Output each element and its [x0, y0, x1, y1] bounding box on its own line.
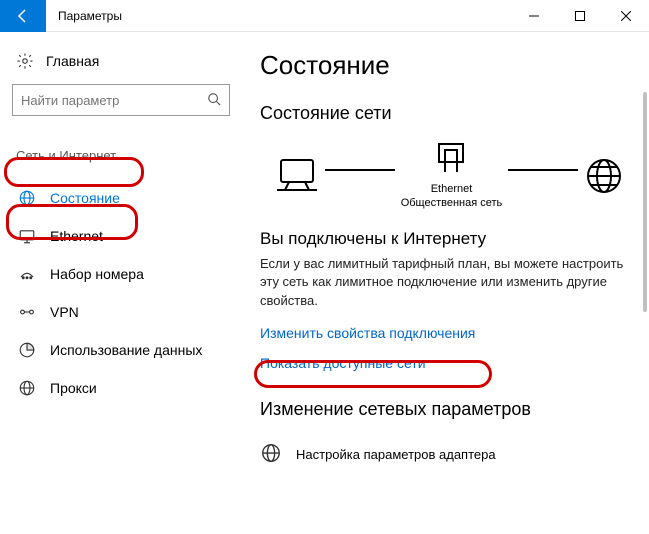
sidebar-item-ethernet[interactable]: Ethernet: [12, 217, 238, 255]
sidebar-item-vpn[interactable]: VPN: [12, 293, 238, 331]
section-network-status-title: Состояние сети: [260, 103, 639, 124]
sidebar-item-label: Набор номера: [50, 266, 144, 282]
connected-body: Если у вас лимитный тарифный план, вы мо…: [260, 255, 639, 312]
globe-icon: [18, 189, 36, 207]
router-icon: Ethernet Общественная сеть: [401, 142, 503, 211]
sidebar: Главная Сеть и Интернет Состояние Ethern…: [0, 32, 250, 534]
arrow-left-icon: [15, 8, 31, 24]
scrollbar[interactable]: [643, 92, 647, 312]
sidebar-item-proxy[interactable]: Прокси: [12, 369, 238, 407]
minimize-icon: [529, 11, 539, 21]
back-button[interactable]: [0, 0, 46, 32]
device-icon: [275, 156, 319, 196]
search-icon: [207, 92, 221, 109]
sidebar-item-home[interactable]: Главная: [12, 46, 238, 84]
sidebar-item-label: Ethernet: [50, 228, 103, 244]
connected-title: Вы подключены к Интернету: [260, 229, 639, 249]
link-adapter-settings[interactable]: Настройка параметров адаптера: [260, 438, 639, 471]
section-change-network-params-title: Изменение сетевых параметров: [260, 399, 639, 420]
sidebar-item-data-usage[interactable]: Использование данных: [12, 331, 238, 369]
vpn-icon: [18, 303, 36, 321]
maximize-button[interactable]: [557, 0, 603, 32]
adapter-icon: [260, 442, 282, 467]
diagram-middle-label: Ethernet: [401, 182, 503, 196]
search-input-container[interactable]: [12, 84, 230, 116]
sidebar-item-dialup[interactable]: Набор номера: [12, 255, 238, 293]
window-title: Параметры: [46, 9, 511, 23]
internet-icon: [584, 156, 624, 196]
main-content: Состояние Состояние сети Ethernet Общест…: [250, 32, 649, 534]
network-diagram: Ethernet Общественная сеть: [260, 142, 639, 211]
sidebar-item-label: VPN: [50, 304, 79, 320]
sidebar-item-status[interactable]: Состояние: [12, 179, 238, 217]
sidebar-item-label: Состояние: [50, 190, 120, 206]
search-input[interactable]: [21, 93, 207, 108]
link-show-available-networks[interactable]: Показать доступные сети: [260, 355, 426, 371]
close-button[interactable]: [603, 0, 649, 32]
connection-line: [508, 169, 578, 171]
close-icon: [621, 11, 631, 21]
page-title: Состояние: [260, 50, 639, 81]
dialup-icon: [18, 265, 36, 283]
ethernet-icon: [18, 227, 36, 245]
minimize-button[interactable]: [511, 0, 557, 32]
diagram-middle-sub: Общественная сеть: [401, 196, 503, 210]
sidebar-section-heading: Сеть и Интернет: [12, 142, 238, 169]
adapter-label: Настройка параметров адаптера: [296, 447, 496, 462]
sidebar-item-label: Прокси: [50, 380, 97, 396]
proxy-icon: [18, 379, 36, 397]
gear-icon: [16, 52, 34, 70]
maximize-icon: [575, 11, 585, 21]
data-usage-icon: [18, 341, 36, 359]
sidebar-item-label: Использование данных: [50, 342, 202, 358]
connection-line: [325, 169, 395, 171]
sidebar-home-label: Главная: [46, 53, 99, 69]
link-change-connection-properties[interactable]: Изменить свойства подключения: [260, 325, 475, 341]
